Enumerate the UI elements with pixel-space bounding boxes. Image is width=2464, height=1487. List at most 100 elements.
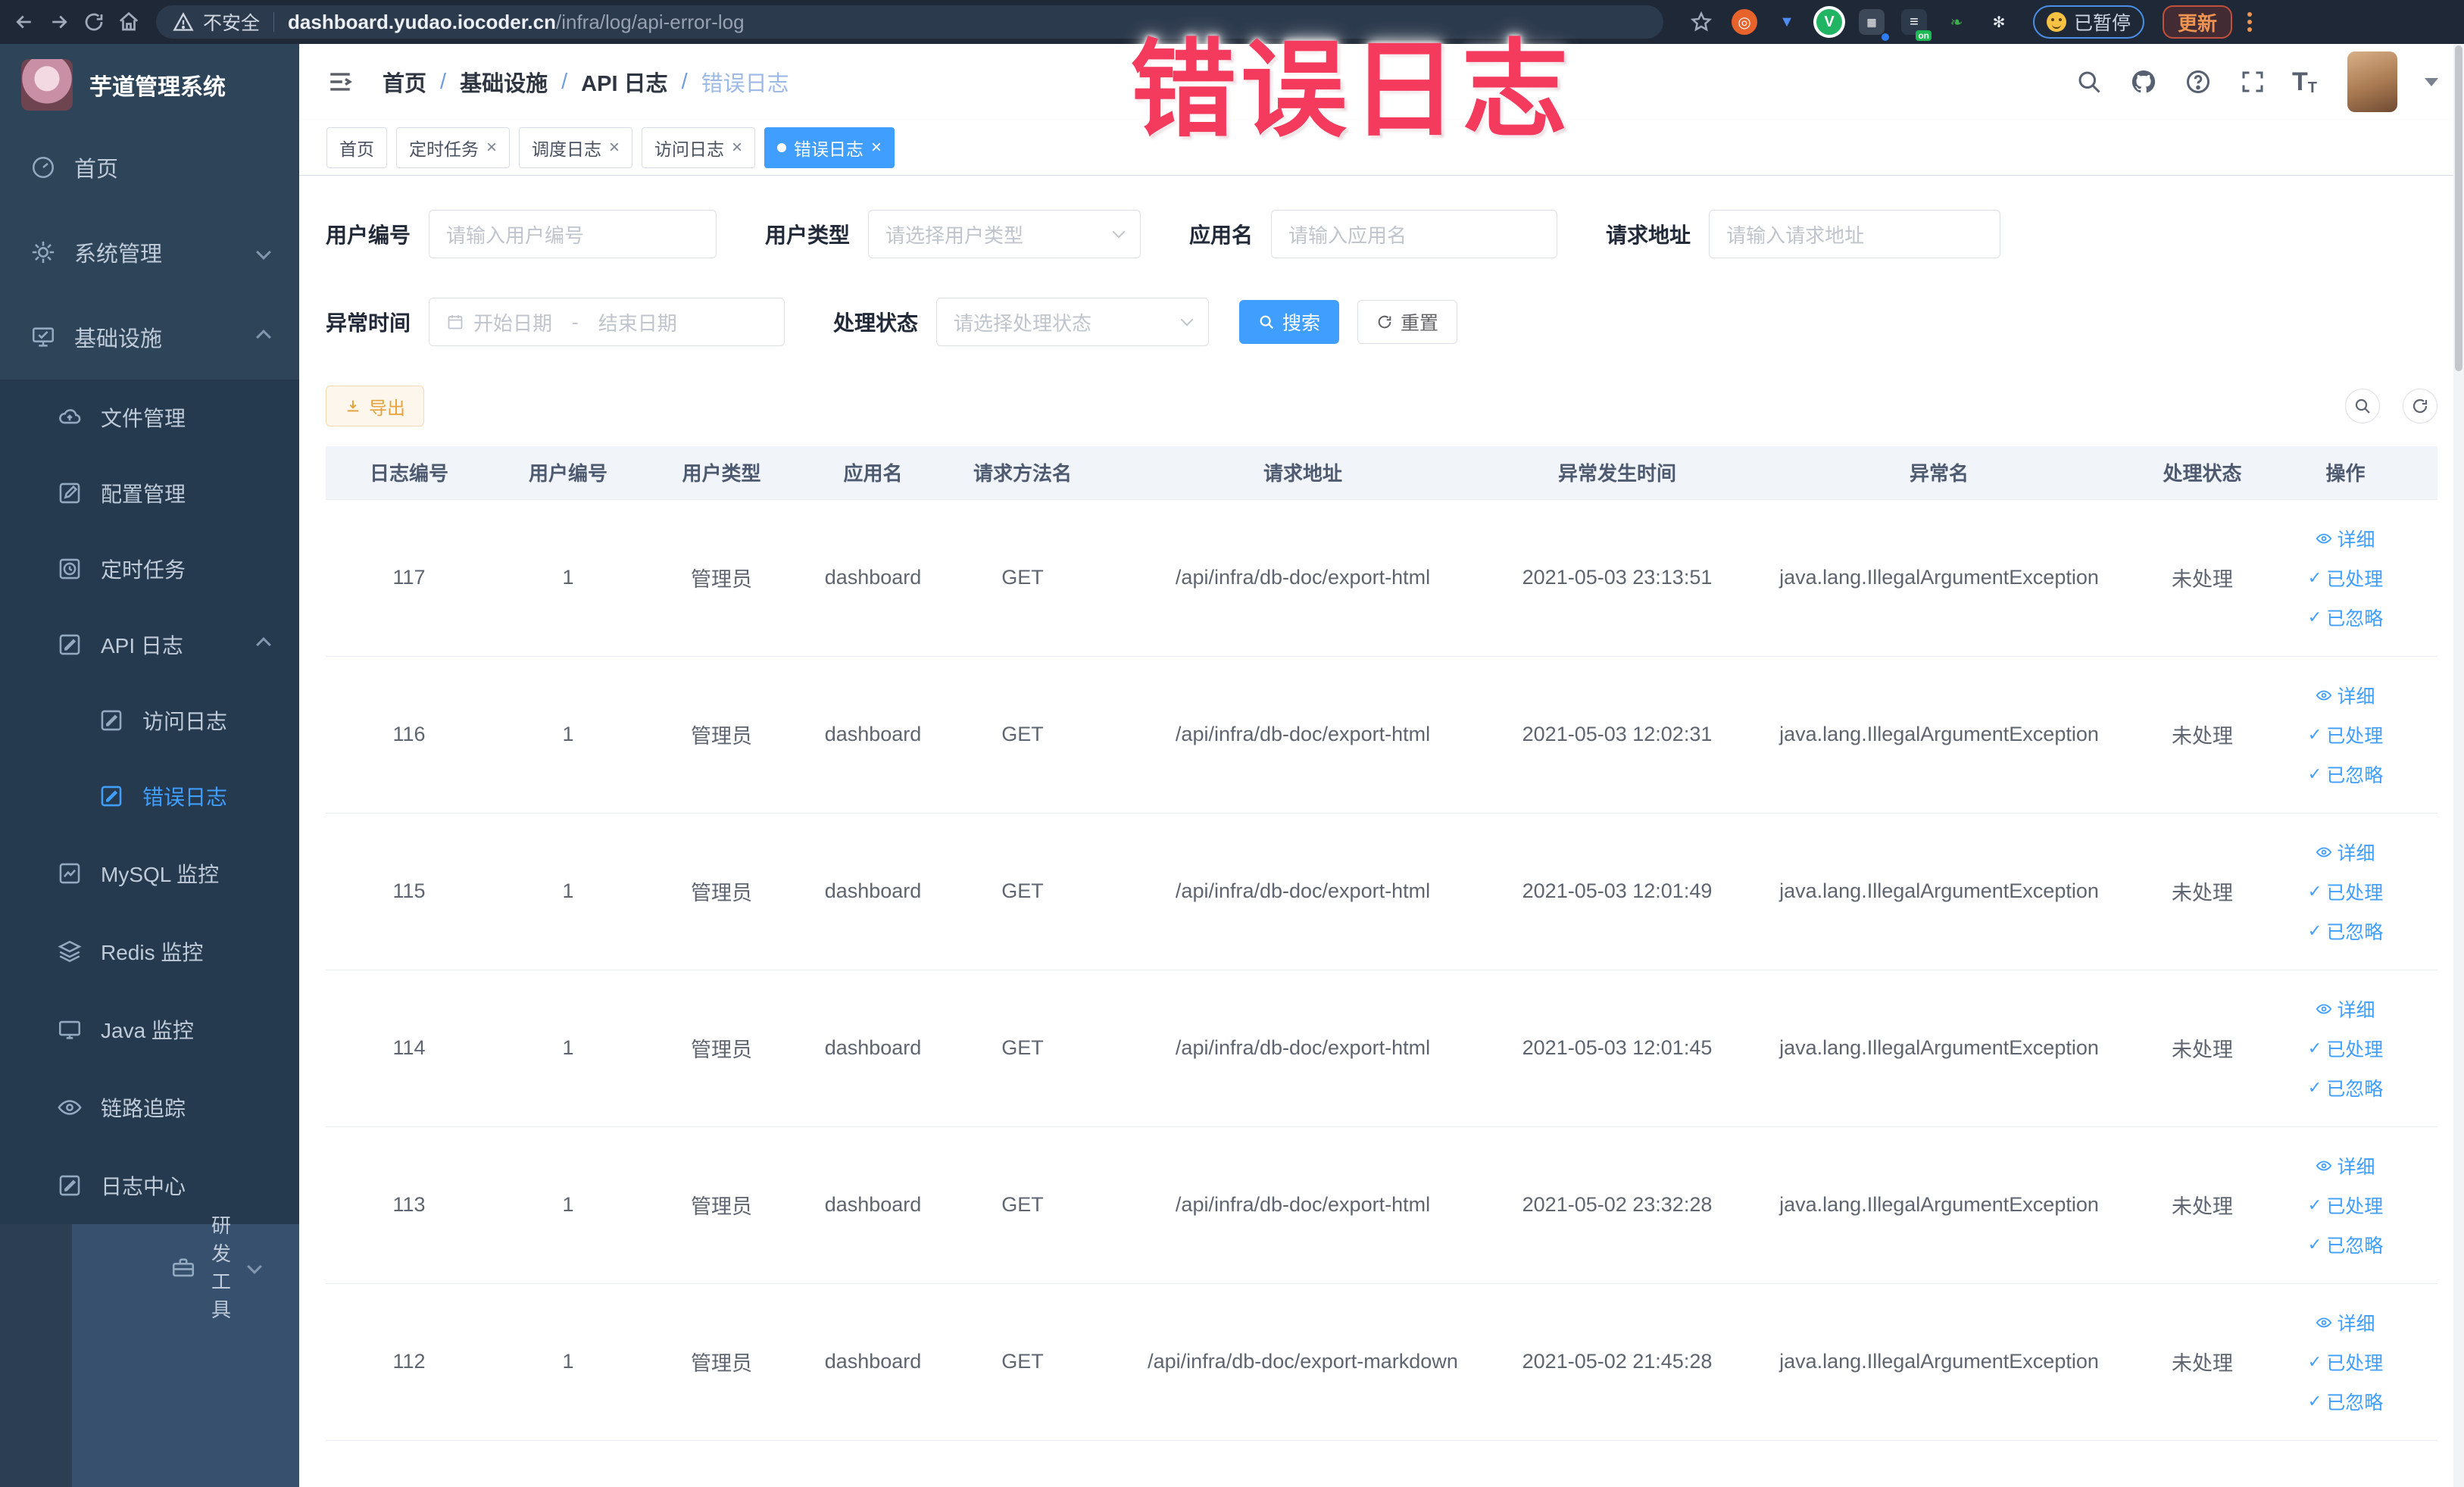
sidebar-item-system[interactable]: 系统管理 — [0, 210, 299, 295]
back-icon[interactable] — [11, 8, 38, 36]
mark-ignored-link[interactable]: ✓ 已忽略 — [2308, 1231, 2383, 1258]
forward-icon[interactable] — [45, 8, 73, 36]
reset-button[interactable]: 重置 — [1357, 300, 1458, 344]
request-url-input[interactable]: 请输入请求地址 — [1709, 210, 2001, 258]
breadcrumb-infra[interactable]: 基础设施 — [460, 66, 548, 98]
sidebar-item-home[interactable]: 首页 — [0, 125, 299, 210]
table-row[interactable]: 116 1 管理员 dashboard GET /api/infra/db-do… — [326, 656, 2437, 814]
detail-link[interactable]: 详细 — [2316, 1152, 2375, 1179]
github-icon[interactable] — [2128, 67, 2159, 97]
sidebar-item-java-monitor[interactable]: Java 监控 — [0, 990, 299, 1068]
search-button[interactable]: 搜索 — [1239, 300, 1340, 344]
close-icon[interactable]: × — [486, 138, 497, 157]
bookmark-star-icon[interactable] — [1688, 8, 1715, 36]
mark-processed-link[interactable]: ✓ 已处理 — [2308, 1035, 2383, 1062]
mark-ignored-link[interactable]: ✓ 已忽略 — [2308, 1074, 2383, 1101]
detail-link[interactable]: 详细 — [2316, 839, 2375, 866]
cell-actions: 详细 ✓ 已处理 ✓ 已忽略 — [2253, 499, 2437, 657]
tag-dispatch-log[interactable]: 调度日志 × — [519, 127, 633, 168]
table-row[interactable]: 117 1 管理员 dashboard GET /api/infra/db-do… — [326, 499, 2437, 657]
date-range-input[interactable]: 开始日期 - 结束日期 — [429, 298, 785, 346]
sidebar-item-mysql-monitor[interactable]: MySQL 监控 — [0, 834, 299, 912]
breadcrumb-separator: / — [561, 69, 568, 94]
user-id-input[interactable]: 请输入用户编号 — [429, 210, 717, 258]
view-icon — [2316, 690, 2332, 700]
user-avatar[interactable] — [2347, 52, 2397, 112]
close-icon[interactable]: × — [871, 138, 882, 157]
logo-block[interactable]: 芋道管理系统 — [0, 44, 299, 125]
paused-extension-badge[interactable]: 已暂停 — [2033, 5, 2145, 39]
table-row[interactable]: 113 1 管理员 dashboard GET /api/infra/db-do… — [326, 1126, 2437, 1284]
refresh-icon — [1378, 315, 1391, 329]
breadcrumb-home[interactable]: 首页 — [383, 66, 426, 98]
detail-link[interactable]: 详细 — [2316, 1309, 2375, 1336]
scrollbar-thumb[interactable] — [2455, 45, 2462, 371]
mark-ignored-link[interactable]: ✓ 已忽略 — [2308, 761, 2383, 788]
close-icon[interactable]: × — [732, 138, 742, 157]
app-name-input[interactable]: 请输入应用名 — [1271, 210, 1558, 258]
mark-processed-link[interactable]: ✓ 已处理 — [2308, 1348, 2383, 1376]
avatar-caret-icon[interactable] — [2425, 77, 2438, 86]
help-icon[interactable] — [2183, 67, 2213, 97]
tag-scheduled-jobs[interactable]: 定时任务 × — [396, 127, 511, 168]
sidebar-item-scheduled-jobs[interactable]: 定时任务 — [0, 531, 299, 607]
sidebar-item-file-mgmt[interactable]: 文件管理 — [0, 380, 299, 455]
cell-user-type: 管理员 — [644, 970, 799, 1127]
tag-access-log[interactable]: 访问日志 × — [642, 127, 756, 168]
extension-v-icon[interactable]: V — [1816, 9, 1842, 35]
mark-ignored-link[interactable]: ✓ 已忽略 — [2308, 1388, 2383, 1415]
close-icon[interactable]: × — [609, 138, 620, 157]
breadcrumb-separator: / — [440, 69, 447, 94]
sidebar-item-access-log[interactable]: 访问日志 — [0, 683, 299, 758]
hamburger-icon[interactable] — [325, 69, 355, 95]
refresh-table-button[interactable] — [2403, 389, 2437, 423]
sidebar-item-api-log[interactable]: API 日志 — [0, 607, 299, 683]
sidebar-item-config-mgmt[interactable]: 配置管理 — [0, 455, 299, 531]
detail-link[interactable]: 详细 — [2316, 525, 2375, 552]
header-exception-time: 异常发生时间 — [1507, 446, 1727, 500]
extension-adblock-icon[interactable]: ◎ — [1732, 9, 1757, 35]
table-row[interactable]: 114 1 管理员 dashboard GET /api/infra/db-do… — [326, 970, 2437, 1127]
sidebar-item-infra[interactable]: 基础设施 — [0, 295, 299, 380]
fullscreen-icon[interactable] — [2238, 67, 2268, 97]
detail-link[interactable]: 详细 — [2316, 682, 2375, 709]
detail-link[interactable]: 详细 — [2316, 995, 2375, 1023]
mark-processed-link[interactable]: ✓ 已处理 — [2308, 564, 2383, 592]
mark-processed-link[interactable]: ✓ 已处理 — [2308, 1192, 2383, 1219]
browser-update-button[interactable]: 更新 — [2163, 5, 2233, 39]
font-size-icon[interactable]: TT — [2292, 67, 2317, 97]
sidebar-item-log-center[interactable]: 日志中心 — [0, 1146, 299, 1224]
search-icon[interactable] — [2074, 67, 2104, 97]
home-icon[interactable] — [115, 8, 142, 36]
extension-shield-icon[interactable]: ▼ — [1774, 9, 1800, 35]
sidebar-item-dev-tools[interactable]: 研发工具 — [0, 1214, 299, 1321]
mark-ignored-link[interactable]: ✓ 已忽略 — [2308, 604, 2383, 631]
sidebar-item-trace[interactable]: 链路追踪 — [0, 1068, 299, 1146]
sidebar-item-redis-monitor[interactable]: Redis 监控 — [0, 912, 299, 990]
extension-sprout-icon[interactable]: ❧ — [1944, 9, 1969, 35]
export-button[interactable]: 导出 — [326, 386, 424, 426]
security-warning-icon[interactable] — [173, 11, 194, 33]
cell-status: 未处理 — [2151, 970, 2253, 1127]
mark-processed-link[interactable]: ✓ 已处理 — [2308, 878, 2383, 905]
browser-menu-icon[interactable] — [2247, 12, 2253, 32]
tag-error-log[interactable]: 错误日志 × — [764, 127, 895, 168]
reload-icon[interactable] — [80, 8, 108, 36]
tag-home[interactable]: 首页 — [326, 127, 387, 168]
infra-submenu: 文件管理 配置管理 定时任务 API 日志 访问日志 错误日志 MySQL 监控… — [0, 380, 299, 1224]
cell-log-id: 115 — [326, 813, 492, 970]
table-row[interactable]: 112 1 管理员 dashboard GET /api/infra/db-do… — [326, 1283, 2437, 1441]
extension-switch-icon[interactable]: ≡ on — [1901, 9, 1932, 41]
mark-ignored-link[interactable]: ✓ 已忽略 — [2308, 917, 2383, 945]
breadcrumb-api-log[interactable]: API 日志 — [581, 66, 667, 98]
mark-processed-link[interactable]: ✓ 已处理 — [2308, 721, 2383, 748]
process-status-select[interactable]: 请选择处理状态 — [936, 298, 1210, 346]
extension-pinwheel-icon[interactable]: ✻ — [1986, 9, 2012, 35]
toggle-search-button[interactable] — [2345, 389, 2380, 423]
user-type-select[interactable]: 请选择用户类型 — [868, 210, 1141, 258]
page-url[interactable]: dashboard.yudao.iocoder.cn/infra/log/api… — [288, 11, 745, 34]
extension-grid-icon[interactable]: ▦ — [1859, 9, 1889, 41]
table-row[interactable]: 115 1 管理员 dashboard GET /api/infra/db-do… — [326, 813, 2437, 970]
scrollbar[interactable] — [2453, 44, 2464, 1487]
sidebar-item-error-log[interactable]: 错误日志 — [0, 758, 299, 834]
